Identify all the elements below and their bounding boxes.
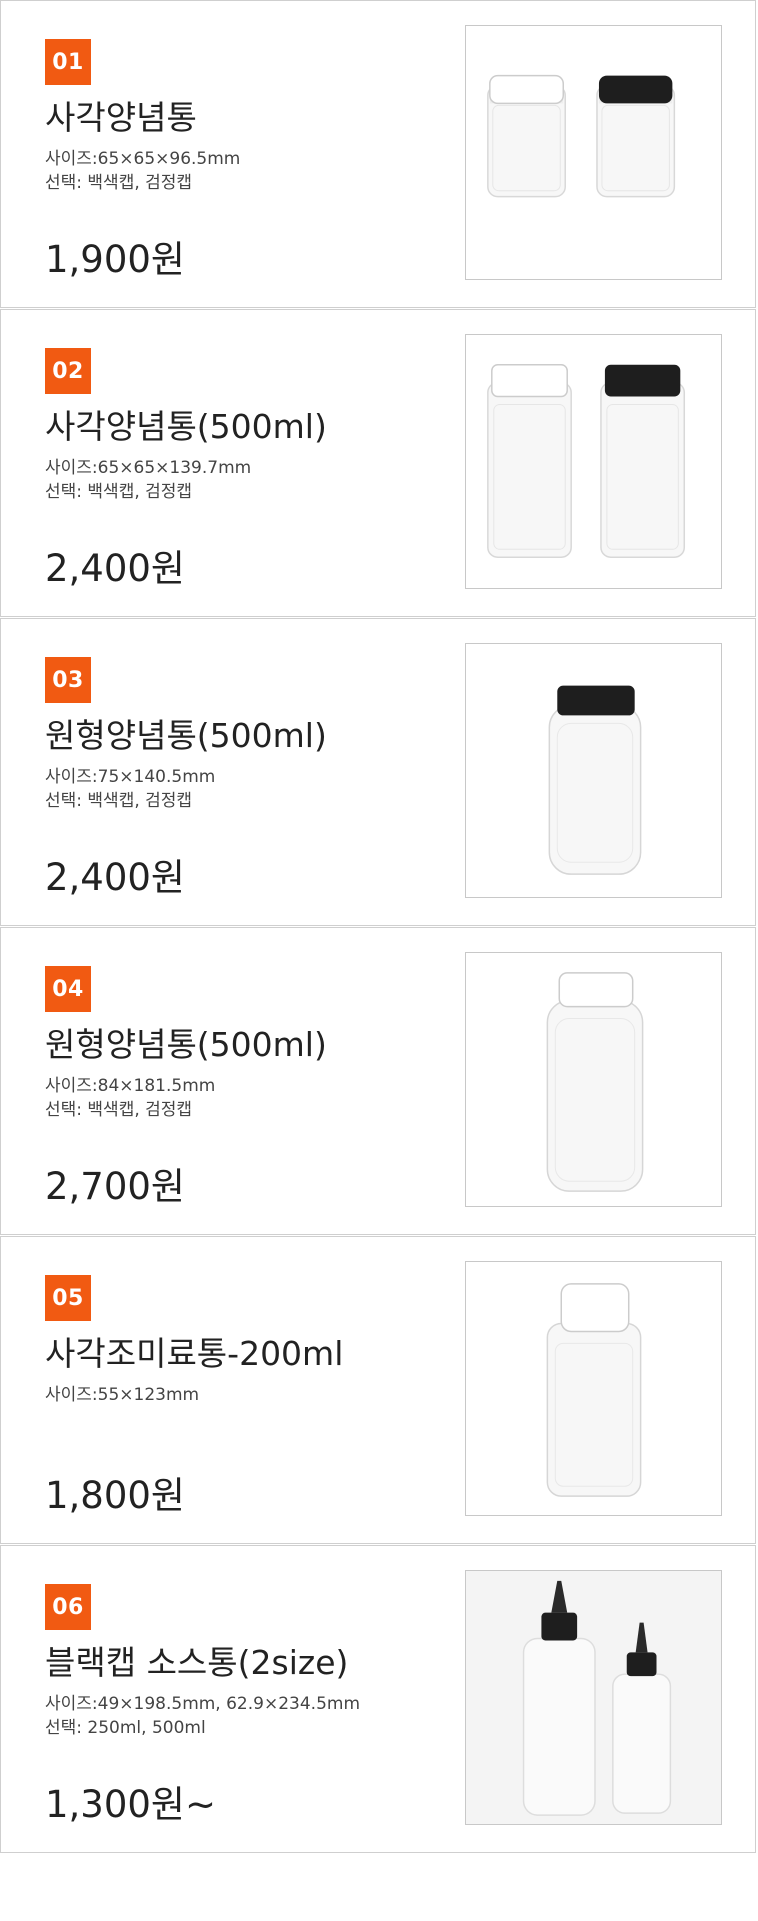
- product-image[interactable]: [465, 643, 722, 898]
- product-image[interactable]: [465, 334, 722, 589]
- product-title: 원형양념통(500ml): [45, 1025, 327, 1064]
- product-number-badge: 05: [45, 1275, 91, 1321]
- product-card[interactable]: 02 사각양념통(500ml) 사이즈:65×65×139.7mm 선택: 백색…: [0, 309, 756, 617]
- product-specs: 사이즈:75×140.5mm 선택: 백색캡, 검정캡: [45, 765, 215, 813]
- product-specs: 사이즈:55×123mm: [45, 1383, 199, 1407]
- product-title: 사각양념통(500ml): [45, 407, 327, 446]
- product-size: 사이즈:84×181.5mm: [45, 1076, 216, 1096]
- tall-square-jar-pair-image: [487, 364, 686, 558]
- product-list-page: 01 사각양념통 사이즈:65×65×96.5mm 선택: 백색캡, 검정캡 1…: [0, 0, 758, 1921]
- product-size: 사이즈:49×198.5mm, 62.9×234.5mm: [45, 1694, 361, 1714]
- round-jar-white-cap-image: [546, 972, 644, 1192]
- product-title: 원형양념통(500ml): [45, 716, 327, 755]
- squeeze-bottles-image: [522, 1580, 672, 1816]
- product-price: 2,400원: [45, 547, 185, 590]
- square-seasoning-jar-image: [546, 1283, 642, 1497]
- product-specs: 사이즈:84×181.5mm 선택: 백색캡, 검정캡: [45, 1074, 215, 1122]
- product-number-badge: 02: [45, 348, 91, 394]
- product-specs: 사이즈:65×65×139.7mm 선택: 백색캡, 검정캡: [45, 456, 251, 504]
- product-price: 2,700원: [45, 1165, 185, 1208]
- product-size: 사이즈:75×140.5mm: [45, 767, 216, 787]
- product-card[interactable]: 04 원형양념통(500ml) 사이즈:84×181.5mm 선택: 백색캡, …: [0, 927, 756, 1235]
- product-card[interactable]: 03 원형양념통(500ml) 사이즈:75×140.5mm 선택: 백색캡, …: [0, 618, 756, 926]
- product-options: 선택: 백색캡, 검정캡: [45, 173, 193, 193]
- square-jar-pair-image: [487, 74, 676, 198]
- product-price: 2,400원: [45, 856, 185, 899]
- product-image[interactable]: [465, 25, 722, 280]
- product-number-badge: 06: [45, 1584, 91, 1630]
- product-title: 사각조미료통-200ml: [45, 1334, 344, 1373]
- product-card[interactable]: 05 사각조미료통-200ml 사이즈:55×123mm 1,800원: [0, 1236, 756, 1544]
- round-jar-black-cap-image: [548, 685, 642, 875]
- product-options: 선택: 백색캡, 검정캡: [45, 791, 193, 811]
- product-title: 사각양념통: [45, 98, 197, 137]
- product-title: 블랙캡 소스통(2size): [45, 1643, 349, 1682]
- product-options: 선택: 백색캡, 검정캡: [45, 482, 193, 502]
- product-image[interactable]: [465, 952, 722, 1207]
- product-number-badge: 03: [45, 657, 91, 703]
- product-size: 사이즈:65×65×139.7mm: [45, 458, 252, 478]
- product-specs: 사이즈:49×198.5mm, 62.9×234.5mm 선택: 250ml, …: [45, 1692, 360, 1740]
- product-image[interactable]: [465, 1261, 722, 1516]
- product-card[interactable]: 01 사각양념통 사이즈:65×65×96.5mm 선택: 백색캡, 검정캡 1…: [0, 0, 756, 308]
- product-options: 선택: 백색캡, 검정캡: [45, 1100, 193, 1120]
- product-image[interactable]: [465, 1570, 722, 1825]
- product-options: 선택: 250ml, 500ml: [45, 1718, 206, 1738]
- product-price: 1,300원~: [45, 1783, 216, 1826]
- product-size: 사이즈:55×123mm: [45, 1385, 200, 1405]
- product-price: 1,800원: [45, 1474, 185, 1517]
- product-number-badge: 04: [45, 966, 91, 1012]
- product-number-badge: 01: [45, 39, 91, 85]
- product-size: 사이즈:65×65×96.5mm: [45, 149, 241, 169]
- product-card[interactable]: 06 블랙캡 소스통(2size) 사이즈:49×198.5mm, 62.9×2…: [0, 1545, 756, 1853]
- product-specs: 사이즈:65×65×96.5mm 선택: 백색캡, 검정캡: [45, 147, 240, 195]
- product-price: 1,900원: [45, 238, 185, 281]
